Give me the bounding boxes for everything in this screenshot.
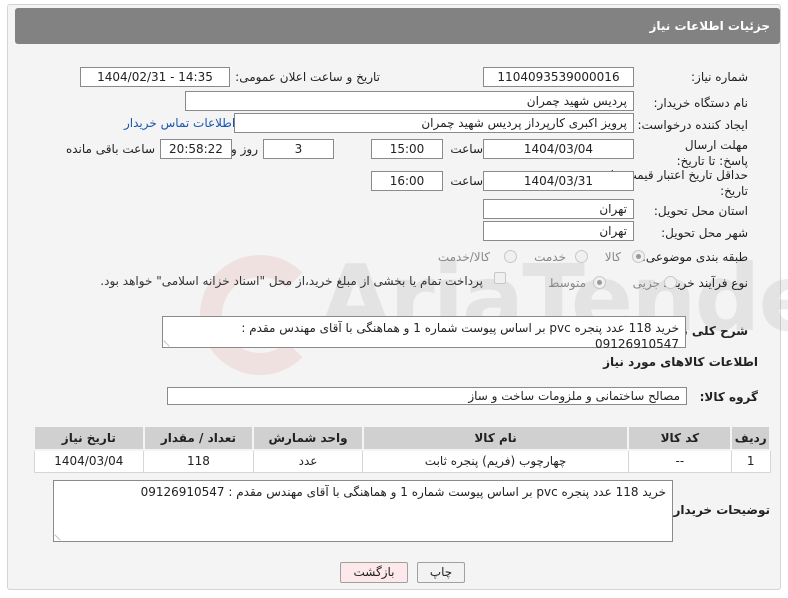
goods-group-label: گروه کالا: [699,390,758,404]
process-radio-medium[interactable] [593,276,606,289]
description-field: خرید 118 عدد پنجره pvc بر اساس پیوست شما… [162,316,686,351]
column-header: نام کالا [361,425,630,451]
category-option-goods: کالا [604,250,621,264]
validity-date-field: 1404/03/31 [483,171,634,191]
table-cell: عدد [252,449,364,473]
goods-group-field: مصالح ساختمانی و ملزومات ساخت و ساز [167,387,687,405]
buyer-notes-field: خرید 118 عدد پنجره pvc بر اساس پیوست شما… [53,480,673,542]
requester-field: پرویز اکبری کارپرداز پردیس شهید چمران [234,113,634,133]
goods-table: ردیف کد کالا نام کالا واحد شمارش تعداد /… [33,425,771,473]
payment-note: پرداخت تمام یا بخشی از مبلغ خرید،از محل … [100,274,483,288]
deadline-time-label: ساعت [450,142,483,156]
remaining-time-field: 20:58:22 [160,139,232,159]
contact-info-link[interactable]: اطلاعات تماس خریدار [124,116,235,130]
buyer-org-label: نام دستگاه خریدار: [653,96,749,110]
category-option-service: خدمت [534,250,566,264]
column-header: تاریخ نیاز [33,425,145,451]
category-radio-service[interactable] [575,250,588,263]
table-header-row: ردیف کد کالا نام کالا واحد شمارش تعداد /… [33,425,771,451]
remaining-label: ساعت باقی مانده [65,142,155,156]
deadline-date-field: 1404/03/04 [483,139,634,159]
category-radio-goods[interactable] [632,250,645,263]
requester-label: ایجاد کننده درخواست: [637,118,748,132]
resize-grip-icon[interactable] [54,529,66,541]
announce-label: تاریخ و ساعت اعلان عمومی: [235,70,380,84]
validity-time-field: 16:00 [371,171,443,191]
column-header: کد کالا [627,425,733,451]
validity-time-label: ساعت [450,174,483,188]
payment-checkbox[interactable] [494,272,506,284]
category-option-goods-service: کالا/خدمت [437,250,490,264]
city-label: شهر محل تحویل: [661,226,748,240]
goods-section-title: اطلاعات کالاهای مورد نیاز [603,355,758,369]
category-label: طبقه بندی موضوعی: [641,250,748,264]
table-cell: 1 [730,449,771,473]
category-radio-goods-service[interactable] [504,250,517,263]
table-cell: 118 [143,449,254,473]
city-field: تهران [483,221,634,241]
column-header: ردیف [730,425,771,451]
table-cell: 1404/03/04 [33,449,145,473]
table-cell: چهارچوب (فریم) پنجره ثابت [362,449,629,473]
resize-grip-icon[interactable] [163,335,175,347]
announce-field: 1404/02/31 - 14:35 [80,67,230,87]
need-number-label: شماره نیاز: [691,70,748,84]
table-row: 1 -- چهارچوب (فریم) پنجره ثابت عدد 118 1… [33,449,771,473]
deadline-time-field: 15:00 [371,139,443,159]
days-label: روز و [231,142,258,156]
column-header: واحد شمارش [252,425,364,451]
print-button[interactable]: چاپ [417,562,465,583]
province-label: استان محل تحویل: [653,204,748,218]
page-title: جزئیات اطلاعات نیاز [15,8,780,44]
buyer-notes-label: توضیحات خریدار: [668,503,770,517]
buyer-notes-text: خرید 118 عدد پنجره pvc بر اساس پیوست شما… [140,485,666,499]
column-header: تعداد / مقدار [142,425,255,451]
days-field: 3 [263,139,334,159]
process-option-minor: جزیی [632,276,660,290]
buyer-org-field: پردیس شهید چمران [185,91,634,111]
table-cell: -- [627,449,732,473]
process-option-medium: متوسط [548,276,586,290]
deadline-label: مهلت ارسال پاسخ: تا تاریخ: [676,138,748,168]
description-text: خرید 118 عدد پنجره pvc بر اساس پیوست شما… [241,321,679,351]
province-field: تهران [483,199,634,219]
need-number-field: 1104093539000016 [483,67,634,87]
back-button[interactable]: بازگشت [340,562,408,583]
process-radio-minor[interactable] [664,276,677,289]
